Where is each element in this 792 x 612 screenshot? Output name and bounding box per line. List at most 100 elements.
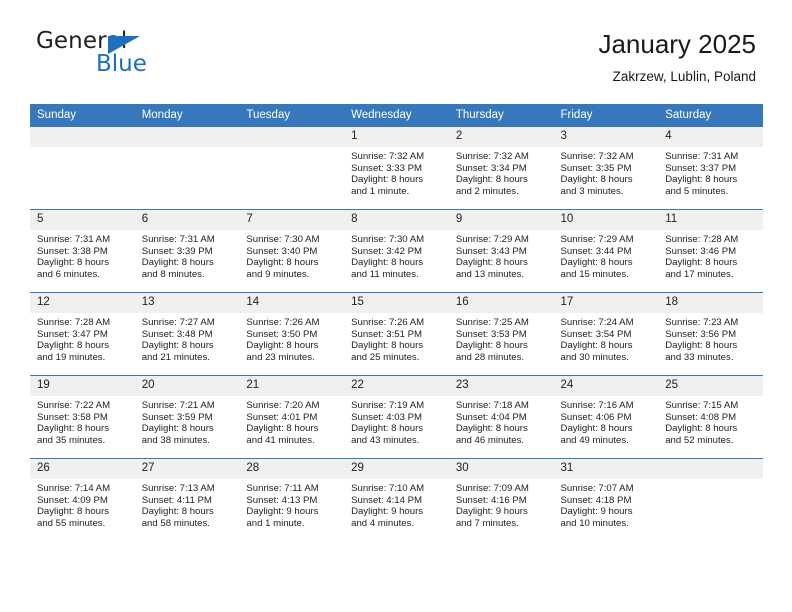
daylight-duration-line1: Daylight: 8 hours — [665, 257, 738, 269]
day-number: 29 — [344, 459, 449, 479]
sunrise-time: Sunrise: 7:21 AM — [141, 400, 215, 411]
sunset-time: Sunset: 3:38 PM — [37, 245, 108, 257]
sunset-time: Sunset: 3:34 PM — [455, 162, 527, 174]
daylight-duration-line2: and 6 minutes. — [37, 268, 100, 280]
daylight-duration-line2: and 17 minutes. — [665, 268, 734, 280]
daylight-duration-line2: and 3 minutes. — [560, 185, 624, 197]
calendar-day-cell[interactable]: 6 Sunrise: 7:31 AM Sunset: 3:39 PM Daylight… — [134, 209, 240, 293]
day-number: 9 — [448, 210, 554, 230]
day-number: 16 — [448, 293, 554, 313]
daylight-duration-line2: and 21 minutes. — [141, 351, 210, 363]
calendar-day-cell[interactable]: 25 Sunrise: 7:15 AM Sunset: 4:08 PM Dayligh… — [658, 375, 763, 459]
calendar-day-cell[interactable]: 17 Sunrise: 7:24 AM Sunset: 3:54 PM Dayligh… — [553, 292, 659, 376]
calendar-day-cell[interactable]: 28 Sunrise: 7:11 AM Sunset: 4:13 PM Dayligh… — [239, 458, 345, 541]
weekday-header-thursday: Thursday — [448, 104, 554, 127]
day-details: Sunrise: 7:20 AM Sunset: 4:01 PM Daylight:… — [239, 396, 344, 446]
day-details: Sunrise: 7:07 AM Sunset: 4:18 PM Daylight:… — [554, 479, 659, 529]
sunset-time: Sunset: 3:39 PM — [141, 245, 213, 257]
calendar-day-cell[interactable]: 23 Sunrise: 7:18 AM Sunset: 4:04 PM Dayligh… — [448, 375, 554, 459]
calendar-day-cell[interactable]: 29 Sunrise: 7:10 AM Sunset: 4:14 PM Dayligh… — [344, 458, 449, 541]
sunrise-time: Sunrise: 7:19 AM — [351, 400, 425, 411]
day-number: 25 — [658, 376, 763, 396]
day-number: 2 — [448, 127, 554, 147]
calendar-day-cell[interactable]: 14 Sunrise: 7:26 AM Sunset: 3:50 PM Dayligh… — [239, 292, 345, 376]
general-blue-logo[interactable]: General Blue — [36, 28, 256, 84]
page-header: General Blue January 2025 Zakrzew, Lubli… — [36, 28, 756, 96]
calendar-day-cell[interactable]: 2 Sunrise: 7:32 AM Sunset: 3:34 PM Daylight… — [448, 126, 554, 210]
calendar-day-cell[interactable]: 8 Sunrise: 7:30 AM Sunset: 3:42 PM Daylight… — [344, 209, 449, 293]
calendar-day-cell[interactable]: 24 Sunrise: 7:16 AM Sunset: 4:06 PM Dayligh… — [553, 375, 659, 459]
daylight-duration-line1: Daylight: 8 hours — [37, 257, 109, 269]
daylight-duration-line2: and 33 minutes. — [665, 351, 734, 363]
calendar-day-cell[interactable]: 31 Sunrise: 7:07 AM Sunset: 4:18 PM Dayligh… — [553, 458, 659, 541]
sunrise-time: Sunrise: 7:29 AM — [560, 234, 634, 245]
weekday-header-sunday: Sunday — [30, 104, 135, 127]
calendar-day-cell[interactable]: 21 Sunrise: 7:20 AM Sunset: 4:01 PM Dayligh… — [239, 375, 345, 459]
daylight-duration-line1: Daylight: 8 hours — [455, 340, 528, 352]
daylight-duration-line1: Daylight: 8 hours — [37, 340, 109, 352]
calendar-day-cell[interactable]: 19 Sunrise: 7:22 AM Sunset: 3:58 PM Dayligh… — [30, 375, 135, 459]
sunrise-time: Sunrise: 7:07 AM — [560, 483, 634, 494]
sunset-time: Sunset: 4:14 PM — [351, 494, 423, 506]
sunset-time: Sunset: 3:51 PM — [351, 328, 423, 340]
calendar-day-cell[interactable]: 22 Sunrise: 7:19 AM Sunset: 4:03 PM Dayligh… — [344, 375, 449, 459]
daylight-duration-line1: Daylight: 8 hours — [351, 423, 424, 435]
sunrise-time: Sunrise: 7:22 AM — [37, 400, 111, 411]
sunset-time: Sunset: 3:59 PM — [141, 411, 213, 423]
sunset-time: Sunset: 3:37 PM — [665, 162, 737, 174]
daylight-duration-line1: Daylight: 8 hours — [141, 506, 214, 518]
day-details: Sunrise: 7:09 AM Sunset: 4:16 PM Daylight:… — [449, 479, 554, 529]
calendar-day-cell[interactable]: 12 Sunrise: 7:28 AM Sunset: 3:47 PM Dayligh… — [30, 292, 135, 376]
daylight-duration-line1: Daylight: 8 hours — [37, 506, 109, 518]
calendar-day-cell[interactable]: 27 Sunrise: 7:13 AM Sunset: 4:11 PM Dayligh… — [134, 458, 240, 541]
calendar-day-cell[interactable]: 11 Sunrise: 7:28 AM Sunset: 3:46 PM Dayligh… — [658, 209, 763, 293]
day-number: 13 — [134, 293, 240, 313]
sunset-time: Sunset: 3:58 PM — [37, 411, 108, 423]
weekday-header-row: Sunday Monday Tuesday Wednesday Thursday… — [30, 104, 763, 127]
calendar-day-cell[interactable]: 3 Sunrise: 7:32 AM Sunset: 3:35 PM Daylight… — [553, 126, 659, 210]
calendar-day-cell[interactable]: 18 Sunrise: 7:23 AM Sunset: 3:56 PM Dayligh… — [658, 292, 763, 376]
daylight-duration-line1: Daylight: 8 hours — [560, 257, 633, 269]
day-number: 30 — [448, 459, 554, 479]
sunset-time: Sunset: 4:08 PM — [665, 411, 737, 423]
daylight-duration-line2: and 41 minutes. — [246, 434, 315, 446]
sunrise-time: Sunrise: 7:26 AM — [351, 317, 425, 328]
day-details: Sunrise: 7:16 AM Sunset: 4:06 PM Daylight:… — [554, 396, 659, 446]
sunrise-time: Sunrise: 7:32 AM — [351, 151, 425, 162]
calendar-day-cell[interactable]: 13 Sunrise: 7:27 AM Sunset: 3:48 PM Dayligh… — [134, 292, 240, 376]
calendar-day-cell[interactable]: 5 Sunrise: 7:31 AM Sunset: 3:38 PM Daylight… — [30, 209, 135, 293]
daylight-duration-line1: Daylight: 9 hours — [455, 506, 528, 518]
calendar-day-cell[interactable]: 9 Sunrise: 7:29 AM Sunset: 3:43 PM Daylight… — [448, 209, 554, 293]
daylight-duration-line2: and 13 minutes. — [455, 268, 525, 280]
page-title: January 2025 — [598, 29, 756, 59]
weekday-header-wednesday: Wednesday — [344, 104, 449, 127]
day-details: Sunrise: 7:28 AM Sunset: 3:46 PM Daylight:… — [658, 230, 763, 280]
day-details: Sunrise: 7:31 AM Sunset: 3:39 PM Daylight:… — [135, 230, 240, 280]
sunrise-time: Sunrise: 7:28 AM — [37, 317, 111, 328]
sunset-time: Sunset: 3:56 PM — [665, 328, 737, 340]
daylight-duration-line2: and 7 minutes. — [455, 517, 519, 529]
sunset-time: Sunset: 4:09 PM — [37, 494, 108, 506]
day-number: 27 — [134, 459, 240, 479]
calendar-day-cell[interactable]: 4 Sunrise: 7:31 AM Sunset: 3:37 PM Daylight… — [658, 126, 763, 210]
calendar-day-cell[interactable]: 10 Sunrise: 7:29 AM Sunset: 3:44 PM Dayligh… — [553, 209, 659, 293]
daylight-duration-line2: and 38 minutes. — [141, 434, 210, 446]
weekday-header-tuesday: Tuesday — [239, 104, 345, 127]
calendar-day-cell[interactable]: 15 Sunrise: 7:26 AM Sunset: 3:51 PM Dayligh… — [344, 292, 449, 376]
day-details: Sunrise: 7:32 AM Sunset: 3:35 PM Daylight:… — [554, 147, 659, 197]
calendar-day-cell[interactable]: 1 Sunrise: 7:32 AM Sunset: 3:33 PM Daylight… — [344, 126, 449, 210]
day-details: Sunrise: 7:15 AM Sunset: 4:08 PM Daylight:… — [658, 396, 763, 446]
sunset-time: Sunset: 3:35 PM — [560, 162, 632, 174]
calendar-day-cell[interactable]: 7 Sunrise: 7:30 AM Sunset: 3:40 PM Daylight… — [239, 209, 345, 293]
day-number: 23 — [448, 376, 554, 396]
daylight-duration-line1: Daylight: 8 hours — [455, 257, 528, 269]
daylight-duration-line1: Daylight: 8 hours — [665, 423, 738, 435]
day-number: 28 — [239, 459, 345, 479]
calendar-day-cell[interactable]: 16 Sunrise: 7:25 AM Sunset: 3:53 PM Dayligh… — [448, 292, 554, 376]
sunrise-time: Sunrise: 7:29 AM — [455, 234, 529, 245]
calendar-day-cell[interactable]: 20 Sunrise: 7:21 AM Sunset: 3:59 PM Dayligh… — [134, 375, 240, 459]
day-number: 17 — [553, 293, 659, 313]
calendar-day-cell[interactable]: 30 Sunrise: 7:09 AM Sunset: 4:16 PM Dayligh… — [448, 458, 554, 541]
calendar-day-cell[interactable]: 26 Sunrise: 7:14 AM Sunset: 4:09 PM Dayligh… — [30, 458, 135, 541]
daylight-duration-line1: Daylight: 8 hours — [455, 423, 528, 435]
